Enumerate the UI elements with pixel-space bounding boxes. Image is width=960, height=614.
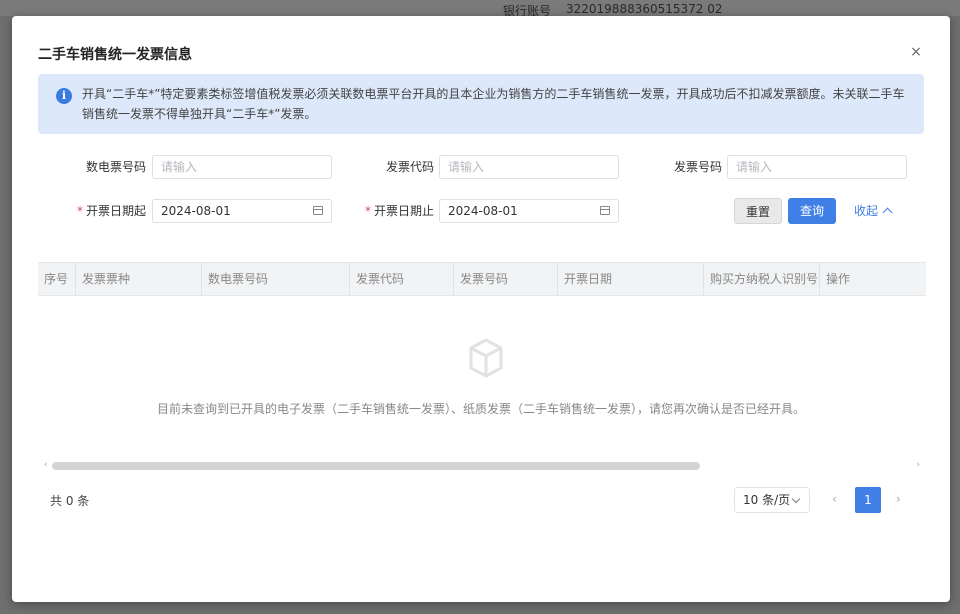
invoice-dialog: 二手车销售统一发票信息 × i 开具“二手车*”特定要素类标签增值税发票必须关联… (12, 16, 950, 602)
invoice-code-label: 发票代码 (385, 160, 434, 174)
scroll-thumb[interactable] (52, 462, 700, 470)
date-end-label-text: 开票日期止 (373, 204, 434, 218)
invoice-code-input[interactable] (439, 155, 619, 179)
horizontal-scrollbar[interactable]: ‹ › (44, 460, 920, 470)
empty-message: 目前未查询到已开具的电子发票（二手车销售统一发票）、纸质发票（二手车销售统一发票… (156, 402, 805, 416)
col-digital-invoice-no: 数电票号码 (202, 263, 350, 295)
empty-box-icon (469, 338, 503, 378)
info-icon: i (56, 88, 72, 104)
date-start-picker[interactable]: 2024-08-01 (152, 199, 332, 223)
date-start-value: 2024-08-01 (161, 204, 231, 218)
col-invoice-code: 发票代码 (350, 263, 454, 295)
col-invoice-type: 发票票种 (76, 263, 202, 295)
required-mark: * (364, 204, 371, 218)
dialog-title: 二手车销售统一发票信息 (38, 47, 192, 63)
digital-invoice-no-label: 数电票号码 (85, 160, 146, 174)
backdrop: 银行账号 322019888360515372 02 (0, 0, 960, 18)
page-1-button[interactable]: 1 (855, 487, 881, 513)
bg-account: 322019888360515372 02 (566, 2, 723, 16)
info-alert: i 开具“二手车*”特定要素类标签增值税发票必须关联数电票平台开具的且本企业为销… (38, 74, 924, 134)
date-end-label: * 开票日期止 (334, 198, 434, 224)
scroll-right-icon[interactable]: › (916, 460, 920, 470)
collapse-label: 收起 (854, 204, 879, 218)
date-end-picker[interactable]: 2024-08-01 (439, 199, 619, 223)
calendar-icon (313, 206, 323, 215)
page-size-value: 10 条/页 (743, 493, 791, 507)
alert-text: 开具“二手车*”特定要素类标签增值税发票必须关联数电票平台开具的且本企业为销售方… (82, 87, 905, 121)
col-actions: 操作 (826, 272, 851, 286)
digital-invoice-no-input[interactable] (152, 155, 332, 179)
close-icon[interactable]: × (908, 44, 924, 60)
col-index: 序号 (38, 263, 76, 295)
col-invoice-date: 开票日期 (558, 263, 704, 295)
col-buyer-tax-id: 购买方纳税人识别号 (704, 263, 820, 295)
date-start-label: * 开票日期起 (46, 198, 146, 224)
col-invoice-no: 发票号码 (454, 263, 558, 295)
invoice-no-label: 发票号码 (673, 160, 722, 174)
scroll-left-icon[interactable]: ‹ (44, 460, 48, 470)
query-button[interactable]: 查询 (788, 198, 836, 224)
required-mark: * (76, 204, 83, 218)
total-count: 共 0 条 (50, 494, 90, 508)
chevron-down-icon (791, 494, 801, 504)
table-header: 序号 发票票种 数电票号码 发票代码 发票号码 开票日期 购买方纳税人识别号 操… (38, 262, 926, 296)
chevron-up-icon (882, 207, 893, 218)
page-size-select[interactable]: 10 条/页 (734, 487, 810, 513)
collapse-link[interactable]: 收起 (854, 198, 893, 224)
next-page-icon[interactable]: › (896, 492, 901, 506)
prev-page-icon[interactable]: ‹ (832, 492, 837, 506)
calendar-icon (600, 206, 610, 215)
invoice-no-input[interactable] (727, 155, 907, 179)
date-end-value: 2024-08-01 (448, 204, 518, 218)
date-start-label-text: 开票日期起 (85, 204, 146, 218)
reset-button[interactable]: 重置 (734, 198, 782, 224)
